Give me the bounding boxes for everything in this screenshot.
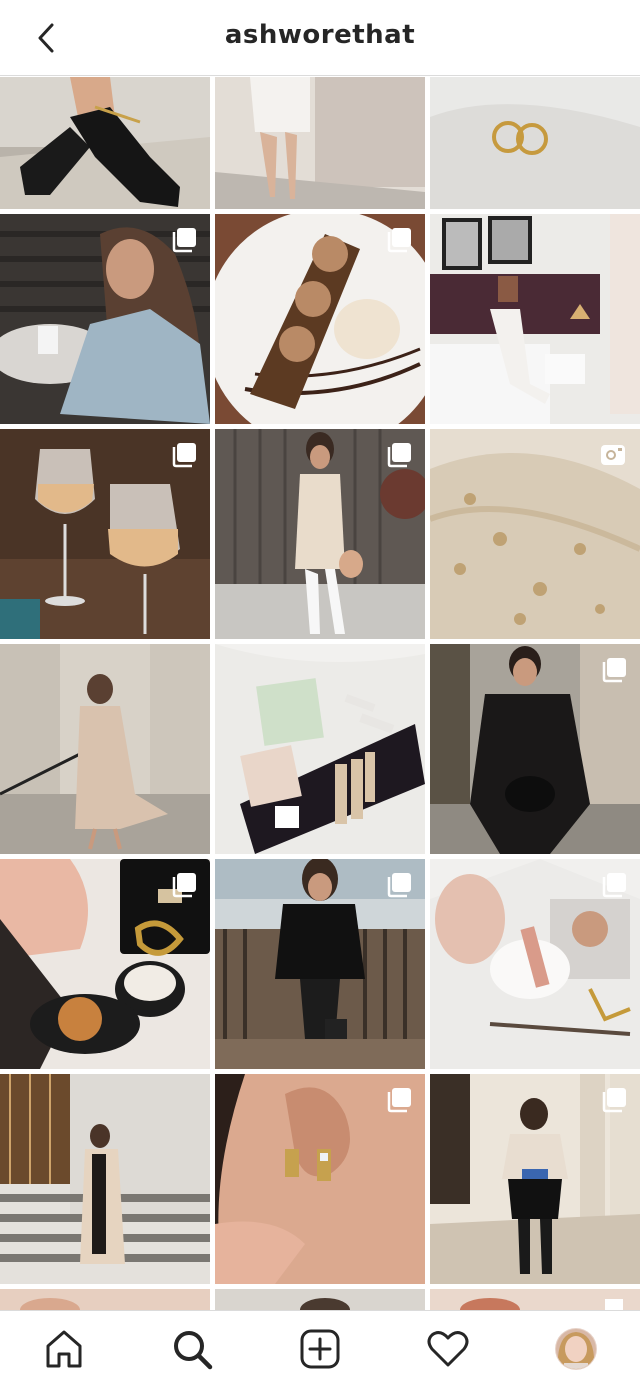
nav-home[interactable] bbox=[40, 1325, 88, 1373]
carousel-icon bbox=[387, 228, 411, 253]
search-icon bbox=[174, 1331, 213, 1370]
nav-new-post[interactable] bbox=[296, 1325, 344, 1373]
nav-search[interactable] bbox=[168, 1325, 216, 1373]
heart-icon bbox=[427, 1331, 469, 1367]
profile-header: ashworethat bbox=[0, 0, 640, 76]
carousel-icon bbox=[602, 873, 626, 898]
post-thumbnail[interactable] bbox=[215, 1074, 425, 1284]
page-title: ashworethat bbox=[224, 20, 416, 50]
post-thumbnail[interactable] bbox=[215, 859, 425, 1069]
carousel-icon bbox=[387, 873, 411, 898]
post-thumbnail[interactable] bbox=[0, 429, 210, 639]
post-thumbnail[interactable] bbox=[215, 1289, 425, 1310]
post-thumbnail[interactable] bbox=[215, 429, 425, 639]
carousel-icon bbox=[387, 443, 411, 468]
plus-square-icon bbox=[300, 1329, 340, 1369]
post-thumbnail[interactable] bbox=[0, 644, 210, 854]
post-thumbnail[interactable] bbox=[215, 77, 425, 209]
post-thumbnail[interactable] bbox=[430, 429, 640, 639]
home-icon bbox=[46, 1330, 82, 1368]
post-thumbnail[interactable] bbox=[215, 644, 425, 854]
post-thumbnail[interactable] bbox=[215, 214, 425, 424]
post-thumbnail[interactable] bbox=[430, 1074, 640, 1284]
carousel-icon bbox=[387, 1088, 411, 1113]
post-thumbnail[interactable] bbox=[0, 859, 210, 1069]
video-camera-icon bbox=[601, 445, 625, 465]
carousel-icon bbox=[172, 228, 196, 253]
post-thumbnail[interactable] bbox=[430, 859, 640, 1069]
bottom-nav bbox=[0, 1310, 640, 1386]
post-grid bbox=[0, 77, 640, 1310]
carousel-icon bbox=[602, 1088, 626, 1113]
post-thumbnail[interactable] bbox=[430, 214, 640, 424]
avatar bbox=[555, 1328, 597, 1370]
nav-activity[interactable] bbox=[424, 1325, 472, 1373]
post-thumbnail[interactable] bbox=[430, 77, 640, 209]
post-thumbnail[interactable] bbox=[430, 1289, 640, 1310]
post-thumbnail[interactable] bbox=[430, 644, 640, 854]
carousel-icon bbox=[602, 658, 626, 683]
post-thumbnail[interactable] bbox=[0, 1289, 210, 1310]
nav-profile[interactable] bbox=[552, 1325, 600, 1373]
post-thumbnail[interactable] bbox=[0, 214, 210, 424]
carousel-icon bbox=[172, 443, 196, 468]
post-thumbnail[interactable] bbox=[0, 77, 210, 209]
post-thumbnail[interactable] bbox=[0, 1074, 210, 1284]
carousel-icon bbox=[172, 873, 196, 898]
